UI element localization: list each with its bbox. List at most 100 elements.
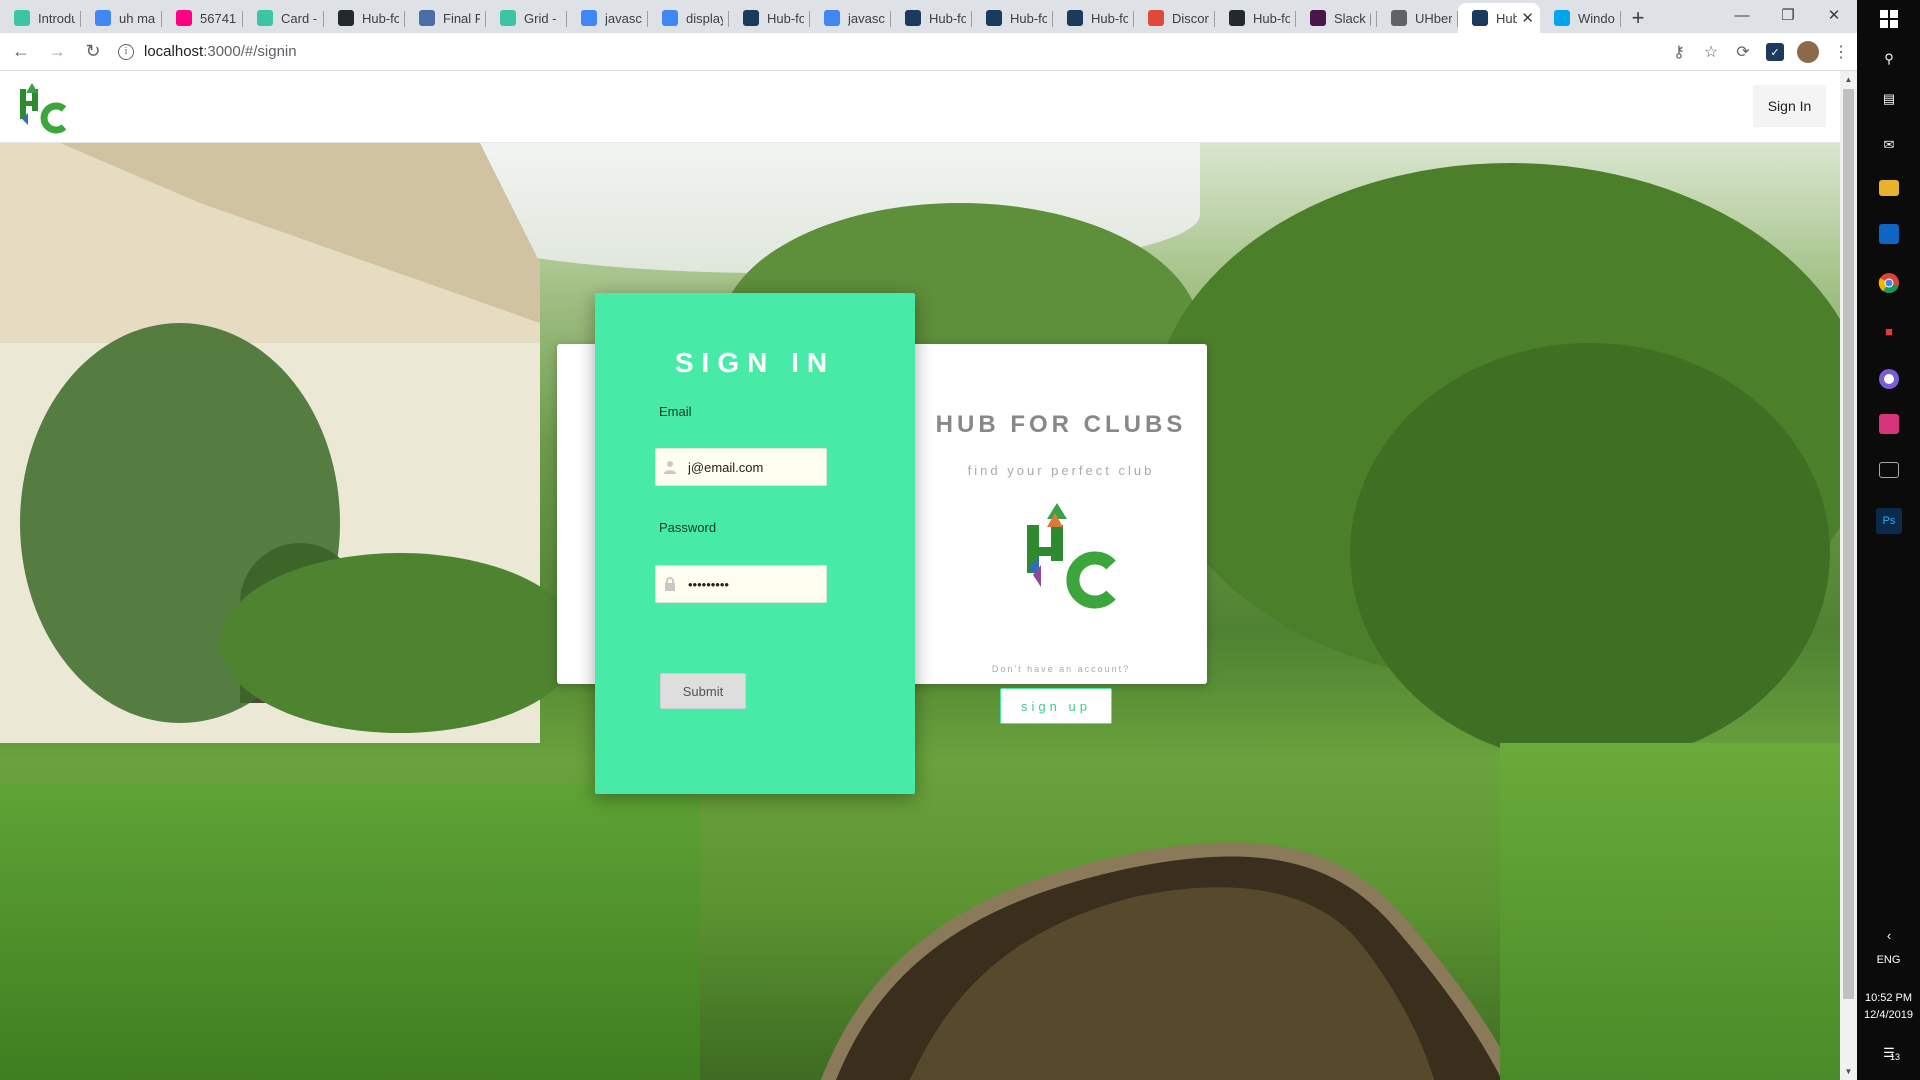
submit-button[interactable]: Submit: [660, 673, 746, 709]
windows-icon: [1554, 10, 1570, 26]
browser-tab[interactable]: Hub-fo: [972, 3, 1053, 33]
scroll-thumb[interactable]: [1843, 89, 1854, 999]
signup-button[interactable]: sign up: [1000, 688, 1112, 724]
navbar-signin-button[interactable]: Sign In: [1753, 85, 1826, 127]
minimize-icon[interactable]: —: [1719, 0, 1765, 30]
toolbar-actions: ⚷ ☆ ⟳ ✓ ⋮: [1663, 33, 1857, 71]
sync-icon[interactable]: ⟳: [1727, 37, 1759, 67]
codesandbox-icon: [257, 10, 273, 26]
address-bar[interactable]: i localhost:3000/#/signin: [118, 37, 1678, 67]
password-field[interactable]: [655, 565, 827, 603]
browser-tab[interactable]: Discord: [1134, 3, 1215, 33]
site-info-icon[interactable]: i: [118, 43, 134, 60]
new-tab-button[interactable]: +: [1621, 3, 1655, 33]
hc-app-icon: [986, 10, 1002, 26]
browser-tab[interactable]: javascri: [567, 3, 648, 33]
browser-toolbar: ← → ↻ i localhost:3000/#/signin ⚷ ☆ ⟳ ✓ …: [0, 33, 1857, 71]
window-controls: — ❐ ✕: [1719, 0, 1857, 33]
tab-label: Hub-fo: [767, 10, 804, 26]
tab-label: Card - S: [281, 10, 318, 26]
file-explorer-icon[interactable]: [1879, 180, 1899, 196]
browser-tab[interactable]: Hub-fo: [729, 3, 810, 33]
tab-label: display: [686, 10, 723, 26]
email-input[interactable]: [688, 459, 818, 475]
trello-icon[interactable]: [1879, 224, 1899, 244]
browser-tab[interactable]: 567415: [162, 3, 243, 33]
url-path: :3000/#/signin: [203, 43, 297, 60]
browser-tab[interactable]: Final Pr: [405, 3, 486, 33]
tab-label: Introdu: [38, 10, 75, 26]
task-view-icon[interactable]: ▤: [1876, 86, 1902, 112]
star-icon[interactable]: ☆: [1695, 37, 1727, 67]
browser-tab[interactable]: Hub-fo: [1053, 3, 1134, 33]
close-tab-icon[interactable]: ✕: [1521, 9, 1534, 27]
photoshop-icon[interactable]: Ps: [1876, 508, 1902, 534]
menu-icon[interactable]: ⋮: [1825, 37, 1857, 67]
browser-tab[interactable]: UHber: [1377, 3, 1458, 33]
browser-tab[interactable]: Introdu: [0, 3, 81, 33]
windows-start-icon[interactable]: [1876, 6, 1902, 32]
hc-logo[interactable]: [18, 81, 68, 136]
mail-icon[interactable]: ✉: [1876, 132, 1902, 158]
restore-icon[interactable]: ❐: [1765, 0, 1811, 30]
browser-tab[interactable]: Slack |: [1296, 3, 1377, 33]
tab-label: Grid - S: [524, 10, 561, 26]
clock-date[interactable]: 12/4/2019: [1857, 1009, 1920, 1021]
browser-tab[interactable]: Hub-fo: [324, 3, 405, 33]
browser-window: Introdu uh man 567415 Card - S Hub-fo Final P…: [0, 0, 1857, 1080]
browser-tab[interactable]: Windo: [1540, 3, 1621, 33]
hc-app-icon: [905, 10, 921, 26]
tree-canopy: [1350, 343, 1830, 763]
search-icon[interactable]: ⚲: [1876, 46, 1902, 72]
back-icon[interactable]: ←: [6, 37, 36, 67]
browser-tab[interactable]: Hub-fo: [1215, 3, 1296, 33]
browser-tab[interactable]: Card - S: [243, 3, 324, 33]
discord-app-icon[interactable]: [1876, 366, 1902, 392]
tab-label: Hub: [1496, 10, 1518, 26]
brand-title: HUB FOR CLUBS: [935, 411, 1187, 438]
tab-label: Final Pr: [443, 10, 480, 26]
app-icon[interactable]: ■: [1876, 318, 1902, 344]
page: Sign In SIGN IN Email j@email.com Passwo…: [0, 71, 1840, 1080]
close-window-icon[interactable]: ✕: [1811, 0, 1857, 30]
email-field[interactable]: [655, 448, 827, 486]
profile-avatar[interactable]: [1797, 41, 1819, 63]
tab-label: Hub-fo: [929, 10, 966, 26]
language-indicator[interactable]: ENG: [1857, 954, 1920, 966]
chrome-icon[interactable]: [1876, 270, 1902, 296]
browser-tab[interactable]: Grid - S: [486, 3, 567, 33]
lawn-right: [1500, 743, 1840, 1080]
google-icon: [824, 10, 840, 26]
terminal-icon[interactable]: [1879, 462, 1899, 478]
hc-app-icon: [1067, 10, 1083, 26]
hc-app-icon: [1472, 10, 1488, 26]
password-input[interactable]: [688, 576, 818, 592]
browser-tab[interactable]: Hub ✕: [1458, 3, 1540, 33]
forward-icon[interactable]: →: [42, 37, 72, 67]
scroll-down-icon[interactable]: ▼: [1840, 1063, 1857, 1080]
browser-tab[interactable]: uh man: [81, 3, 162, 33]
tray-chevron-icon[interactable]: ‹: [1876, 922, 1902, 948]
url-host: localhost: [144, 43, 204, 60]
hc-extension-icon[interactable]: ✓: [1766, 43, 1784, 61]
tab-label: javascri: [605, 10, 642, 26]
no-account-text: Don't have an account?: [991, 664, 1131, 674]
reload-icon[interactable]: ↻: [78, 37, 108, 67]
tab-label: javascri: [848, 10, 885, 26]
page-scrollbar[interactable]: ▲ ▼: [1840, 71, 1857, 1080]
browser-tab[interactable]: javascri: [810, 3, 891, 33]
lock-icon: [662, 576, 678, 592]
intellij-icon[interactable]: [1879, 414, 1899, 434]
browser-tab[interactable]: Hub-fo: [891, 3, 972, 33]
clock-time[interactable]: 10:52 PM: [1857, 992, 1920, 1004]
scroll-up-icon[interactable]: ▲: [1840, 71, 1857, 88]
browser-tab[interactable]: display: [648, 3, 729, 33]
tab-label: 567415: [200, 10, 237, 26]
github-icon: [338, 10, 354, 26]
signin-title: SIGN IN: [674, 347, 836, 378]
tab-label: uh man: [119, 10, 156, 26]
site-navbar: Sign In: [0, 71, 1840, 143]
key-icon[interactable]: ⚷: [1663, 37, 1695, 67]
hc-app-icon: [743, 10, 759, 26]
password-label: Password: [659, 520, 717, 535]
